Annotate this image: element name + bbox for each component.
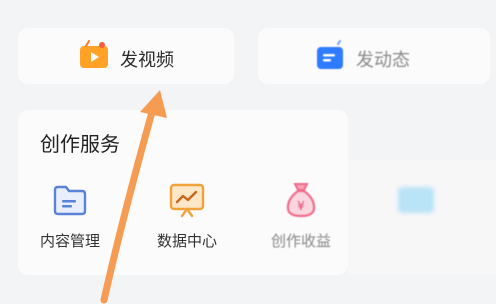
publish-post-label: 发动态 [356, 49, 410, 71]
folder-icon [50, 180, 90, 220]
money-bag-icon: ¥ [281, 180, 321, 220]
more-service-icon [396, 180, 436, 220]
creator-income-label: 创作收益 [270, 232, 331, 250]
svg-text:¥: ¥ [297, 199, 305, 213]
publish-post-button[interactable]: 发动态 [314, 40, 410, 77]
note-icon [314, 40, 346, 77]
video-camera-icon [78, 40, 110, 77]
content-management-label: 内容管理 [39, 232, 100, 250]
more-service-button[interactable] [368, 180, 464, 230]
publish-video-button[interactable]: 发视频 [78, 40, 174, 77]
data-center-label: 数据中心 [156, 232, 217, 250]
data-center-button[interactable]: 数据中心 [139, 180, 235, 251]
creator-services-title: 创作服务 [40, 132, 120, 156]
chart-board-icon [167, 180, 207, 220]
content-management-button[interactable]: 内容管理 [22, 180, 118, 251]
publish-video-label: 发视频 [120, 49, 174, 71]
creator-income-button[interactable]: ¥ 创作收益 [253, 180, 349, 251]
